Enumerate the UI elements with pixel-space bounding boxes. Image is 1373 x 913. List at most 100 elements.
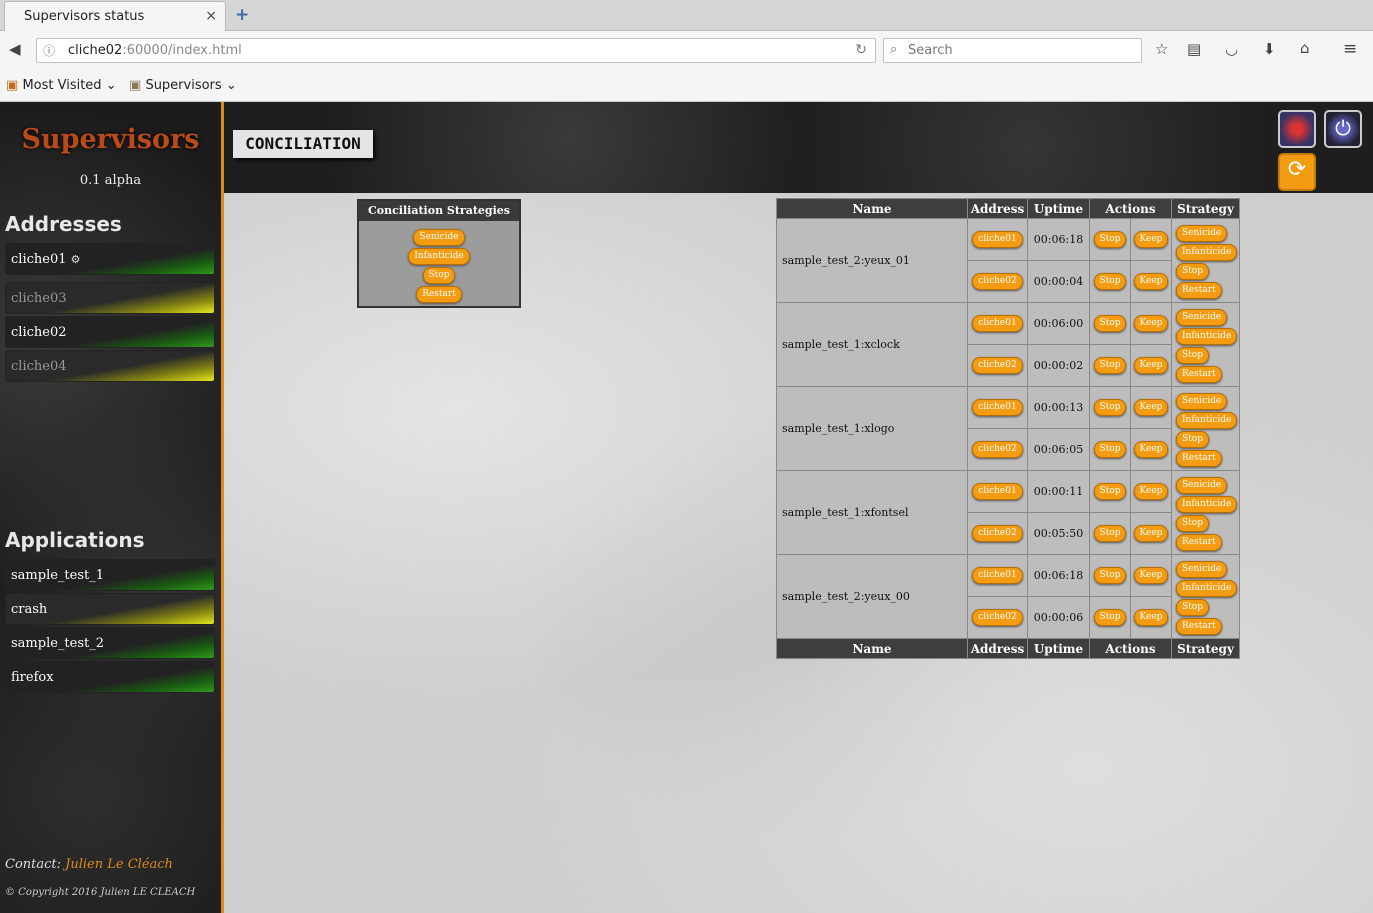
row-stop-button[interactable]: Stop [1176, 346, 1209, 364]
stop-process-button[interactable]: Stop [1093, 315, 1127, 332]
conflicts-table: Name Address Uptime Actions Strategy sam… [776, 198, 1240, 659]
reading-list-icon[interactable]: ▤ [1187, 40, 1201, 58]
table-row: sample_test_2:yeux_01 cliche01 00:06:18 Sto… [776, 218, 1240, 303]
keep-process-button[interactable]: Keep [1133, 273, 1169, 290]
column-header-uptime: Uptime [1027, 198, 1090, 219]
reload-icon[interactable]: ↻ [855, 42, 867, 58]
bookmark-star-icon[interactable]: ☆ [1155, 40, 1168, 58]
table-body: sample_test_2:yeux_01 cliche01 00:06:18 Sto… [776, 218, 1240, 639]
row-restart-button[interactable]: Restart [1176, 449, 1222, 467]
url-text: cliche02:60000/index.html [68, 43, 242, 58]
pocket-icon[interactable]: ◡ [1225, 40, 1238, 58]
row-senicide-button[interactable]: Senicide [1176, 560, 1228, 578]
browser-tab[interactable]: Supervisors status × [4, 1, 226, 31]
application-item-sample_test_1[interactable]: sample_test_1 [5, 559, 215, 591]
strategy-cell: Senicide Infanticide Stop Restart [1171, 218, 1240, 303]
row-infanticide-button[interactable]: Infanticide [1176, 327, 1238, 345]
row-restart-button[interactable]: Restart [1176, 533, 1222, 551]
address-button[interactable]: cliche01 [972, 483, 1023, 500]
row-infanticide-button[interactable]: Infanticide [1176, 243, 1238, 261]
copyright: © Copyright 2016 Julien LE CLEACH [5, 887, 196, 898]
stop-process-button[interactable]: Stop [1093, 441, 1127, 458]
contact-link[interactable]: Julien Le Cléach [65, 857, 173, 872]
address-item-cliche02[interactable]: cliche02 [5, 316, 215, 348]
address-button[interactable]: cliche02 [972, 525, 1023, 542]
new-tab-icon[interactable]: + [235, 5, 249, 25]
home-icon[interactable]: ⌂ [1300, 39, 1310, 57]
row-stop-button[interactable]: Stop [1176, 430, 1209, 448]
addresses-heading: Addresses [5, 212, 122, 236]
application-item-sample_test_2[interactable]: sample_test_2 [5, 627, 215, 659]
row-restart-button[interactable]: Restart [1176, 365, 1222, 383]
stop-process-button[interactable]: Stop [1093, 357, 1127, 374]
shutdown-icon[interactable] [1278, 110, 1316, 148]
stop-process-button[interactable]: Stop [1093, 609, 1127, 626]
application-item-firefox[interactable]: firefox [5, 661, 215, 693]
table-row: sample_test_1:xlogo cliche01 00:00:13 Stop K… [776, 386, 1240, 471]
stop-process-button[interactable]: Stop [1093, 231, 1127, 248]
search-input[interactable]: ⌕ Search [883, 38, 1142, 63]
sidebar: Supervisors 0.1 alpha Addresses cliche01… [0, 102, 221, 913]
row-stop-button[interactable]: Stop [1176, 598, 1209, 616]
stop-process-button[interactable]: Stop [1093, 525, 1127, 542]
uptime-value: 00:00:02 [1027, 344, 1090, 387]
row-restart-button[interactable]: Restart [1176, 617, 1222, 635]
application-item-crash[interactable]: crash [5, 593, 215, 625]
uptime-value: 00:00:06 [1027, 596, 1090, 639]
row-restart-button[interactable]: Restart [1176, 281, 1222, 299]
row-stop-button[interactable]: Stop [1176, 262, 1209, 280]
keep-process-button[interactable]: Keep [1133, 231, 1169, 248]
address-item-cliche01[interactable]: cliche01 ⚙ [5, 243, 215, 275]
keep-process-button[interactable]: Keep [1133, 357, 1169, 374]
strategy-cell: Senicide Infanticide Stop Restart [1171, 554, 1240, 639]
table-row: sample_test_1:xfontsel cliche01 00:00:11 St… [776, 470, 1240, 555]
keep-process-button[interactable]: Keep [1133, 609, 1169, 626]
row-infanticide-button[interactable]: Infanticide [1176, 411, 1238, 429]
menu-icon[interactable]: ≡ [1343, 39, 1357, 59]
keep-process-button[interactable]: Keep [1133, 567, 1169, 584]
keep-process-button[interactable]: Keep [1133, 441, 1169, 458]
stop-process-button[interactable]: Stop [1093, 567, 1127, 584]
stop-process-button[interactable]: Stop [1093, 399, 1127, 416]
row-senicide-button[interactable]: Senicide [1176, 224, 1228, 242]
address-item-cliche03[interactable]: cliche03 [5, 282, 215, 314]
refresh-icon[interactable]: ⟳ [1278, 153, 1316, 191]
row-senicide-button[interactable]: Senicide [1176, 392, 1228, 410]
power-icon[interactable]: ⏻ [1324, 110, 1362, 148]
row-senicide-button[interactable]: Senicide [1176, 308, 1228, 326]
download-icon[interactable]: ⬇ [1263, 40, 1276, 58]
table-footer-row: Name Address Uptime Actions Strategy [776, 638, 1240, 659]
stop-process-button[interactable]: Stop [1093, 483, 1127, 500]
keep-process-button[interactable]: Keep [1133, 315, 1169, 332]
chevron-down-icon: ⌄ [105, 78, 117, 93]
info-icon[interactable]: ⓘ [43, 42, 55, 59]
address-button[interactable]: cliche01 [972, 315, 1023, 332]
bookmark-supervisors[interactable]: ▣ Supervisors ⌄ [129, 78, 237, 93]
keep-process-button[interactable]: Keep [1133, 483, 1169, 500]
bookmark-most-visited[interactable]: ▣ Most Visited ⌄ [6, 78, 117, 93]
address-button[interactable]: cliche02 [972, 273, 1023, 290]
restart-button[interactable]: Restart [416, 286, 462, 303]
tab-title: Supervisors status [24, 9, 145, 24]
url-bar[interactable]: ⓘ cliche02:60000/index.html ↻ [36, 38, 876, 63]
address-button[interactable]: cliche01 [972, 231, 1023, 248]
close-tab-icon[interactable]: × [205, 8, 217, 24]
row-senicide-button[interactable]: Senicide [1176, 476, 1228, 494]
row-stop-button[interactable]: Stop [1176, 514, 1209, 532]
row-infanticide-button[interactable]: Infanticide [1176, 495, 1238, 513]
contact: Contact: Julien Le Cléach [5, 857, 173, 872]
keep-process-button[interactable]: Keep [1133, 525, 1169, 542]
conciliation-strategies-panel: Conciliation Strategies Senicide Infanti… [357, 199, 521, 308]
version-label: 0.1 alpha [79, 173, 142, 188]
address-button[interactable]: cliche02 [972, 441, 1023, 458]
back-icon[interactable]: ◀ [9, 40, 21, 58]
address-button[interactable]: cliche02 [972, 357, 1023, 374]
page-title: CONCILIATION [233, 130, 373, 158]
stop-process-button[interactable]: Stop [1093, 273, 1127, 290]
address-item-cliche04[interactable]: cliche04 [5, 350, 215, 382]
row-infanticide-button[interactable]: Infanticide [1176, 579, 1238, 597]
address-button[interactable]: cliche01 [972, 567, 1023, 584]
address-button[interactable]: cliche01 [972, 399, 1023, 416]
address-button[interactable]: cliche02 [972, 609, 1023, 626]
keep-process-button[interactable]: Keep [1133, 399, 1169, 416]
